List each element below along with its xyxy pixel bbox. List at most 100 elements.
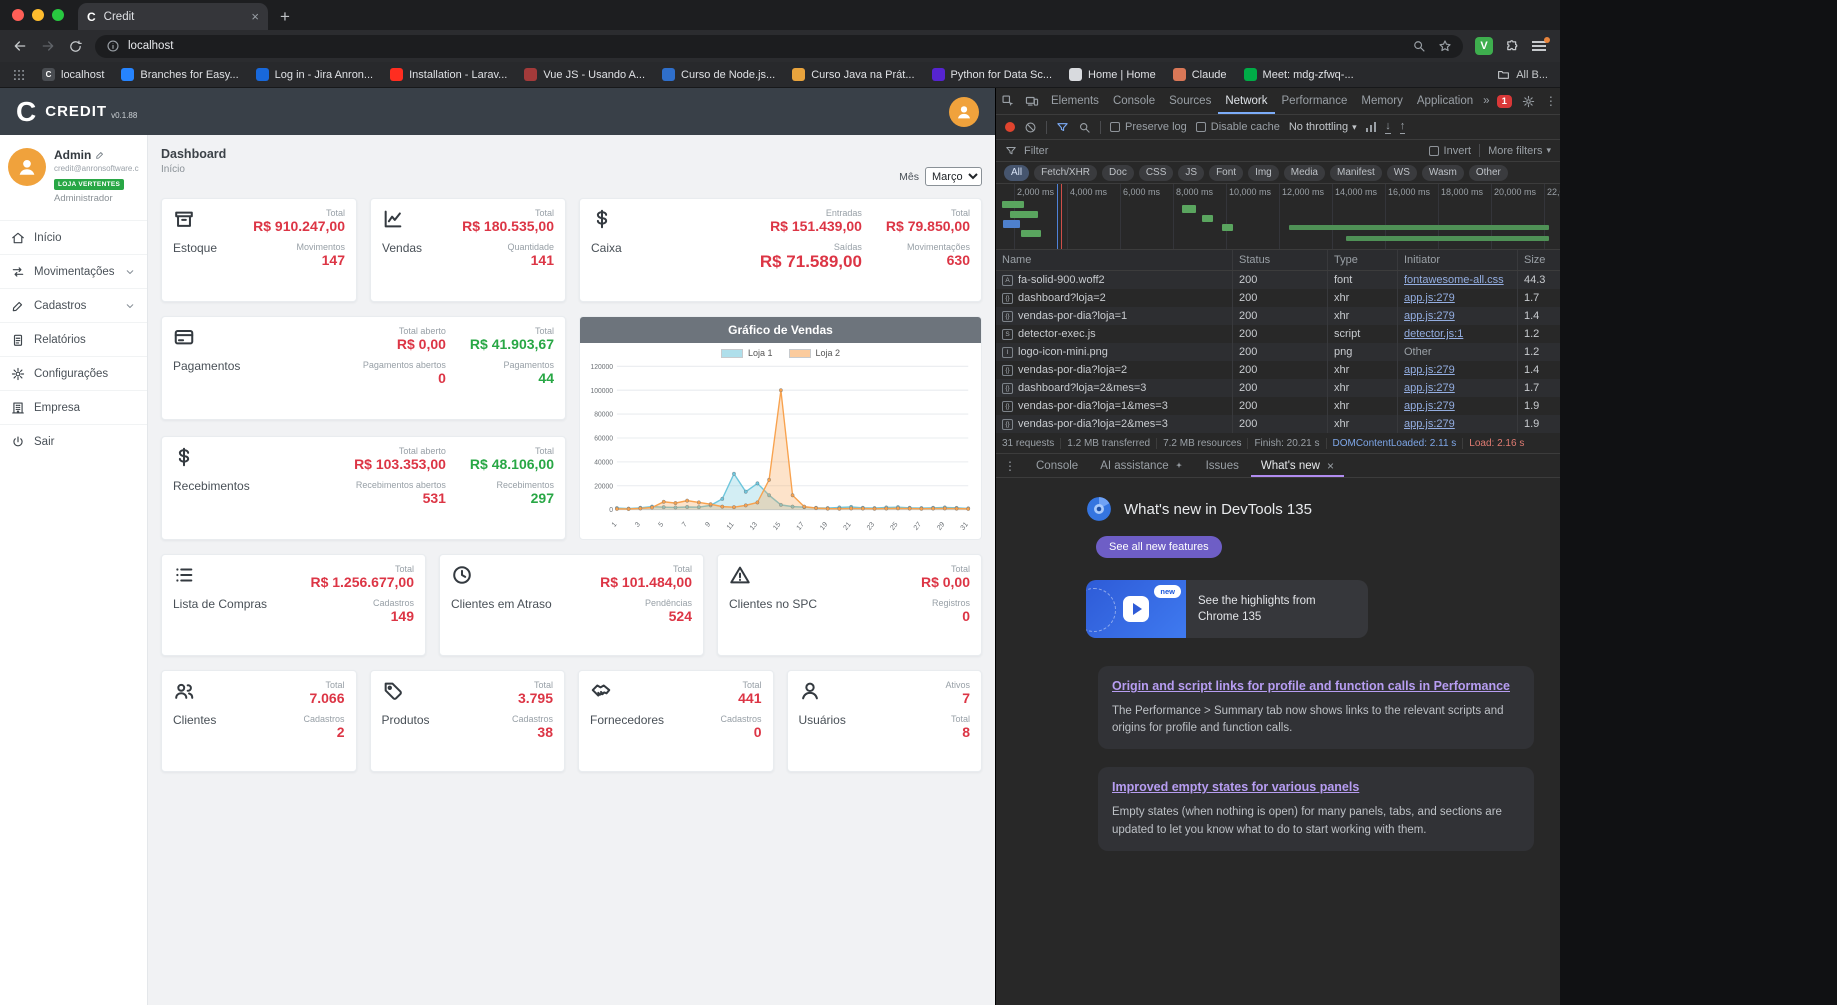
network-request-row[interactable]: vendas-por-dia?loja=2&mes=3 200 xhr app.… xyxy=(996,415,1560,433)
sidebar-item-movimentacoes[interactable]: Movimentações xyxy=(0,254,147,288)
filter-toggle-icon[interactable] xyxy=(1056,121,1069,134)
network-request-row[interactable]: vendas-por-dia?loja=2 200 xhr app.js:279… xyxy=(996,361,1560,379)
filter-chip[interactable]: JS xyxy=(1178,164,1205,181)
request-initiator[interactable]: app.js:279 xyxy=(1398,379,1518,397)
bookmark-item[interactable]: Curso Java na Prát... xyxy=(792,68,915,81)
edit-pencil-icon[interactable] xyxy=(95,150,105,160)
bookmark-item[interactable]: Python for Data Sc... xyxy=(931,68,1052,81)
sidebar-item-configuracoes[interactable]: Configurações xyxy=(0,356,147,390)
column-size[interactable]: Size xyxy=(1518,250,1560,270)
tab-close-icon[interactable]: × xyxy=(251,9,259,24)
bookmark-item[interactable]: Curso de Node.js... xyxy=(662,68,775,81)
legend-item[interactable]: Loja 1 xyxy=(720,348,773,358)
drawer-tab-ai-assistance[interactable]: AI assistance xyxy=(1090,454,1193,477)
bookmark-item[interactable]: Installation - Larav... xyxy=(390,68,507,81)
request-initiator[interactable]: app.js:279 xyxy=(1398,361,1518,379)
bookmark-item[interactable]: Branches for Easy... xyxy=(121,68,239,81)
network-request-row[interactable]: fa-solid-900.woff2 200 font fontawesome-… xyxy=(996,271,1560,289)
request-initiator[interactable]: app.js:279 xyxy=(1398,415,1518,433)
export-har-icon[interactable]: ↑ xyxy=(1399,120,1406,134)
search-network-icon[interactable] xyxy=(1078,121,1091,134)
network-request-row[interactable]: dashboard?loja=2 200 xhr app.js:279 1.7 xyxy=(996,289,1560,307)
request-initiator[interactable]: fontawesome-all.css xyxy=(1398,271,1518,289)
sidebar-item-inicio[interactable]: Início xyxy=(0,220,147,254)
extensions-puzzle-icon[interactable] xyxy=(1505,39,1520,54)
month-select[interactable]: Março xyxy=(925,167,982,186)
device-toolbar-icon[interactable] xyxy=(1025,94,1039,108)
sidebar-item-cadastros[interactable]: Cadastros xyxy=(0,288,147,322)
devtools-tab[interactable]: Performance xyxy=(1275,88,1355,114)
close-window-button[interactable] xyxy=(12,9,24,21)
sidebar-item-sair[interactable]: Sair xyxy=(0,424,147,458)
site-info-icon[interactable] xyxy=(106,39,120,53)
column-name[interactable]: Name xyxy=(996,250,1233,270)
all-bookmarks-button[interactable]: All B... xyxy=(1497,68,1548,81)
filter-chip[interactable]: Font xyxy=(1209,164,1244,181)
network-conditions-icon[interactable] xyxy=(1365,122,1377,132)
filter-chip[interactable]: All xyxy=(1004,164,1030,181)
record-network-log-button[interactable] xyxy=(1005,122,1015,132)
column-type[interactable]: Type xyxy=(1328,250,1398,270)
apps-grid-icon[interactable] xyxy=(12,68,26,82)
network-request-row[interactable]: detector-exec.js 200 script detector.js:… xyxy=(996,325,1560,343)
request-initiator[interactable]: app.js:279 xyxy=(1398,307,1518,325)
disable-cache-checkbox[interactable]: Disable cache xyxy=(1195,121,1280,133)
forward-icon[interactable] xyxy=(40,38,56,54)
sidebar-item-relatorios[interactable]: Relatórios xyxy=(0,322,147,356)
devtools-tab[interactable]: Network xyxy=(1218,88,1274,114)
bookmark-item[interactable]: Meet: mdg-zfwq-... xyxy=(1243,68,1354,81)
reload-icon[interactable] xyxy=(68,39,83,54)
devtools-settings-gear-icon[interactable] xyxy=(1522,95,1535,108)
bookmark-item[interactable]: Vue JS - Usando A... xyxy=(524,68,645,81)
more-tabs-chevron[interactable]: » xyxy=(1480,95,1491,107)
filter-chip[interactable]: Img xyxy=(1248,164,1279,181)
filter-chip[interactable]: Other xyxy=(1468,164,1508,181)
devtools-menu-icon[interactable]: ⋮ xyxy=(1540,94,1562,108)
devtools-tab[interactable]: Memory xyxy=(1354,88,1410,114)
search-icon[interactable] xyxy=(1412,39,1426,53)
vue-extension-icon[interactable]: V xyxy=(1475,37,1493,55)
minimize-window-button[interactable] xyxy=(32,9,44,21)
browser-menu-button[interactable] xyxy=(1532,37,1550,51)
filter-chip[interactable]: Media xyxy=(1283,164,1325,181)
drawer-tab-issues[interactable]: Issues xyxy=(1196,454,1249,477)
section-title-link[interactable]: Improved empty states for various panels xyxy=(1112,779,1520,796)
close-tab-icon[interactable]: × xyxy=(1327,459,1334,473)
throttling-select[interactable]: No throttling ▾ xyxy=(1289,121,1357,133)
filter-chip[interactable]: WS xyxy=(1386,164,1417,181)
clear-network-log-icon[interactable] xyxy=(1024,121,1037,134)
filter-chip[interactable]: Wasm xyxy=(1421,164,1464,181)
request-initiator[interactable]: app.js:279 xyxy=(1398,289,1518,307)
drawer-tab-console[interactable]: Console xyxy=(1026,454,1088,477)
filter-input[interactable]: Filter xyxy=(1024,145,1048,157)
see-all-features-button[interactable]: See all new features xyxy=(1096,536,1222,558)
request-initiator[interactable]: app.js:279 xyxy=(1398,397,1518,415)
request-initiator[interactable]: detector.js:1 xyxy=(1398,325,1518,343)
drawer-menu-icon[interactable]: ⋮ xyxy=(996,459,1024,473)
browser-tab[interactable]: C Credit × xyxy=(78,3,268,30)
inspect-element-icon[interactable] xyxy=(1001,94,1015,108)
bookmark-item[interactable]: Home | Home xyxy=(1069,68,1156,81)
network-request-row[interactable]: logo-icon-mini.png 200 png Other 1.2 xyxy=(996,343,1560,361)
devtools-tab[interactable]: Application xyxy=(1410,88,1480,114)
filter-chip[interactable]: Fetch/XHR xyxy=(1034,164,1098,181)
network-request-row[interactable]: vendas-por-dia?loja=1 200 xhr app.js:279… xyxy=(996,307,1560,325)
bookmark-star-icon[interactable] xyxy=(1438,39,1452,53)
filter-chip[interactable]: Manifest xyxy=(1330,164,1382,181)
sidebar-item-empresa[interactable]: Empresa xyxy=(0,390,147,424)
error-count-badge[interactable]: 1 xyxy=(1496,94,1512,108)
legend-item[interactable]: Loja 2 xyxy=(788,348,840,358)
column-initiator[interactable]: Initiator xyxy=(1398,250,1518,270)
bookmark-item[interactable]: Claude xyxy=(1172,68,1227,81)
bookmark-item[interactable]: Log in - Jira Anron... xyxy=(255,68,373,81)
devtools-tab[interactable]: Elements xyxy=(1044,88,1106,114)
import-har-icon[interactable]: ↓ xyxy=(1385,120,1391,134)
request-initiator[interactable]: Other xyxy=(1398,343,1518,361)
devtools-tab[interactable]: Console xyxy=(1106,88,1162,114)
invert-checkbox[interactable]: Invert xyxy=(1428,145,1471,157)
bookmark-item[interactable]: C localhost xyxy=(42,68,104,81)
network-request-row[interactable]: dashboard?loja=2&mes=3 200 xhr app.js:27… xyxy=(996,379,1560,397)
filter-chip[interactable]: Doc xyxy=(1102,164,1134,181)
maximize-window-button[interactable] xyxy=(52,9,64,21)
section-title-link[interactable]: Origin and script links for profile and … xyxy=(1112,678,1520,695)
